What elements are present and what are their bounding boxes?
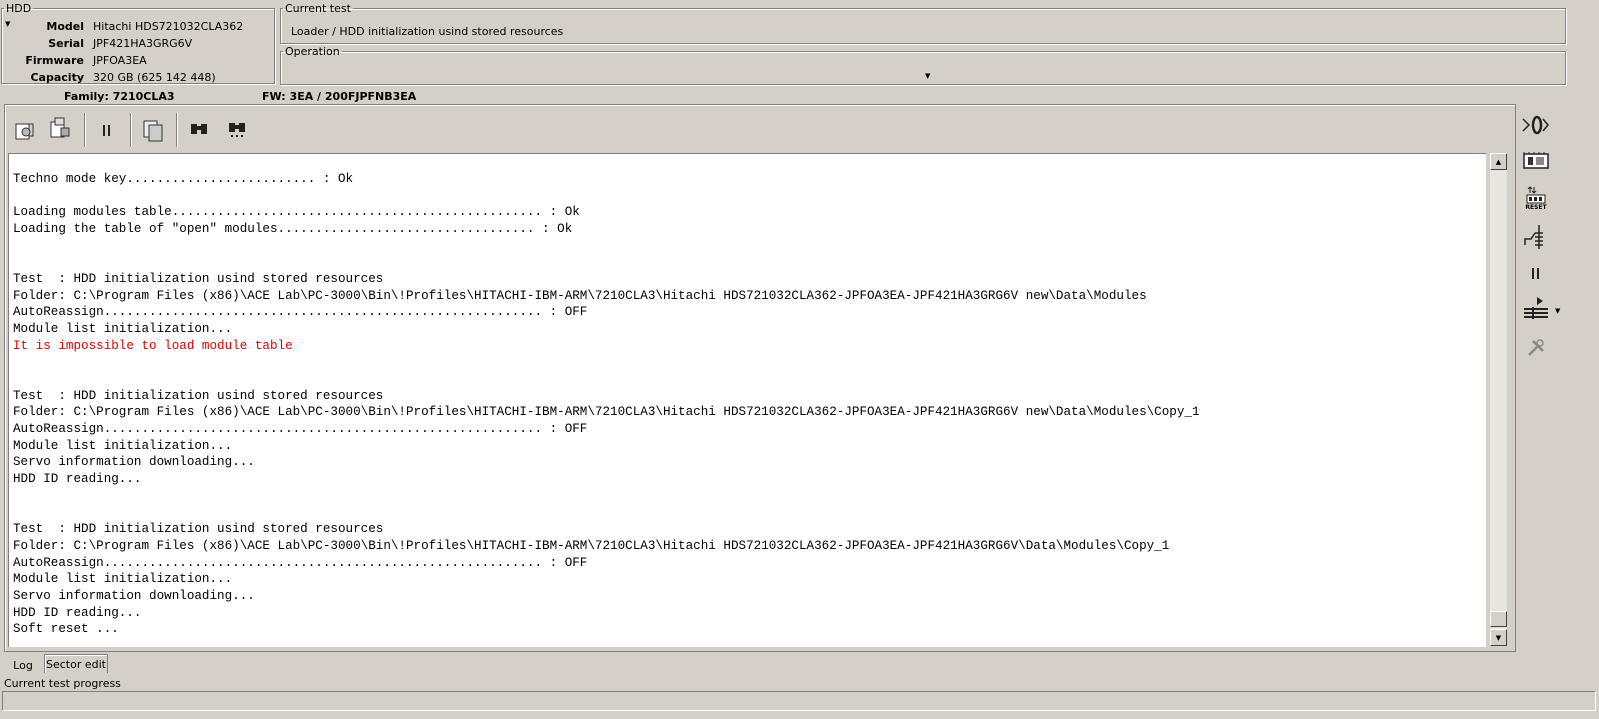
log-line: Module list initialization... bbox=[13, 438, 233, 453]
reset-label: RESET bbox=[1525, 204, 1547, 211]
tools-icon bbox=[1528, 339, 1544, 356]
serial-label: Serial bbox=[48, 37, 84, 50]
toolbar-separator bbox=[84, 113, 86, 147]
capacity-label: Capacity bbox=[30, 71, 84, 84]
operation-legend: Operation bbox=[285, 45, 340, 58]
find-next-button[interactable] bbox=[223, 114, 251, 142]
find-icon bbox=[191, 124, 207, 134]
family-label: Family: 7210CLA3 bbox=[64, 90, 175, 103]
tab-sector-edit[interactable]: Sector edit bbox=[44, 654, 108, 673]
log-line: AutoReassign............................… bbox=[13, 555, 588, 570]
play-layers-icon bbox=[1524, 297, 1548, 319]
log-line: Servo information downloading... bbox=[13, 588, 255, 603]
log-line: Test : HDD initialization usind stored r… bbox=[13, 522, 384, 537]
scroll-up-icon[interactable]: ▲ bbox=[1490, 153, 1507, 170]
jumper-button[interactable] bbox=[1520, 222, 1552, 252]
pause-icon bbox=[103, 125, 110, 136]
log-line: Soft reset ... bbox=[13, 622, 119, 637]
log-line: Folder: C:\Program Files (x86)\ACE Lab\P… bbox=[13, 405, 1200, 420]
firmware-value: JPFOA3EA bbox=[93, 54, 147, 67]
jumper-icon bbox=[1524, 225, 1543, 249]
toolbar-separator bbox=[176, 113, 178, 147]
reset-button[interactable]: RESET bbox=[1520, 183, 1552, 213]
power-icon bbox=[1522, 115, 1549, 135]
find-button[interactable] bbox=[185, 114, 213, 142]
log-line: Test : HDD initialization usind stored r… bbox=[13, 271, 384, 286]
log-line: Folder: C:\Program Files (x86)\ACE Lab\P… bbox=[13, 288, 1147, 303]
log-line: HDD ID reading... bbox=[13, 472, 142, 487]
save-disk-icon bbox=[50, 117, 70, 138]
current-test-legend: Current test bbox=[285, 2, 351, 15]
log-line-error: It is impossible to load module table bbox=[13, 338, 293, 353]
play-layers-button[interactable] bbox=[1520, 294, 1552, 324]
operation-group: Operation bbox=[280, 45, 1566, 85]
log-line: AutoReassign............................… bbox=[13, 422, 588, 436]
log-scrollbar[interactable]: ▲ ▼ bbox=[1490, 153, 1507, 646]
load-config-button[interactable] bbox=[10, 116, 38, 144]
log-line: Loading the table of "open" modules.....… bbox=[13, 221, 573, 236]
copy-pages-button[interactable] bbox=[139, 116, 167, 144]
operation-dropdown-icon[interactable]: ▼ bbox=[925, 72, 930, 80]
hdd-firmware-row: Firmware JPFOA3EA bbox=[1, 52, 273, 68]
play-layers-dropdown-icon[interactable]: ▼ bbox=[1555, 307, 1560, 315]
find-next-icon bbox=[229, 123, 245, 137]
model-label: Model bbox=[46, 20, 84, 33]
hdd-serial-row: Serial JPF421HA3GRG6V bbox=[1, 35, 273, 51]
log-line: Test : HDD initialization usind stored r… bbox=[13, 388, 384, 403]
scroll-down-icon[interactable]: ▼ bbox=[1490, 629, 1507, 646]
hdd-legend: HDD bbox=[6, 2, 32, 15]
right-pause-button[interactable] bbox=[1520, 258, 1552, 288]
power-button[interactable] bbox=[1520, 110, 1552, 140]
reset-icon bbox=[1526, 186, 1546, 204]
model-value: Hitachi HDS721032CLA362 bbox=[93, 20, 244, 33]
log-line: Servo information downloading... bbox=[13, 455, 255, 470]
current-test-value: Loader / HDD initialization usind stored… bbox=[291, 25, 564, 38]
serial-value: JPF421HA3GRG6V bbox=[93, 37, 193, 50]
progress-bar bbox=[2, 691, 1596, 711]
log-line: Techno mode key.........................… bbox=[13, 171, 354, 186]
tab-log[interactable]: Log bbox=[4, 656, 42, 674]
fw-label: FW: 3EA / 200FJPFNB3EA bbox=[262, 90, 417, 103]
log-output[interactable]: Techno mode key.........................… bbox=[8, 153, 1486, 647]
pcb-board-icon bbox=[1523, 152, 1549, 169]
copy-pages-icon bbox=[143, 120, 163, 142]
scroll-thumb[interactable] bbox=[1490, 611, 1507, 627]
load-config-icon bbox=[15, 123, 34, 140]
hdd-model-row: Model Hitachi HDS721032CLA362 bbox=[1, 18, 273, 34]
log-line: Folder: C:\Program Files (x86)\ACE Lab\P… bbox=[13, 538, 1170, 553]
hdd-capacity-row: Capacity 320 GB (625 142 448) bbox=[1, 69, 273, 85]
toolbar-separator bbox=[130, 113, 132, 147]
progress-label: Current test progress bbox=[4, 677, 121, 690]
pause-button[interactable] bbox=[93, 116, 121, 144]
capacity-value: 320 GB (625 142 448) bbox=[93, 71, 216, 84]
log-line: Module list initialization... bbox=[13, 321, 233, 336]
pause-icon bbox=[1532, 268, 1539, 279]
log-line: HDD ID reading... bbox=[13, 605, 142, 620]
firmware-label: Firmware bbox=[25, 54, 84, 67]
pcb-board-button[interactable] bbox=[1520, 146, 1552, 176]
log-line: Module list initialization... bbox=[13, 572, 233, 587]
save-button[interactable] bbox=[45, 114, 73, 142]
log-line: Loading modules table...................… bbox=[13, 205, 580, 220]
log-line: AutoReassign............................… bbox=[13, 305, 588, 320]
tools-button[interactable] bbox=[1520, 333, 1552, 363]
